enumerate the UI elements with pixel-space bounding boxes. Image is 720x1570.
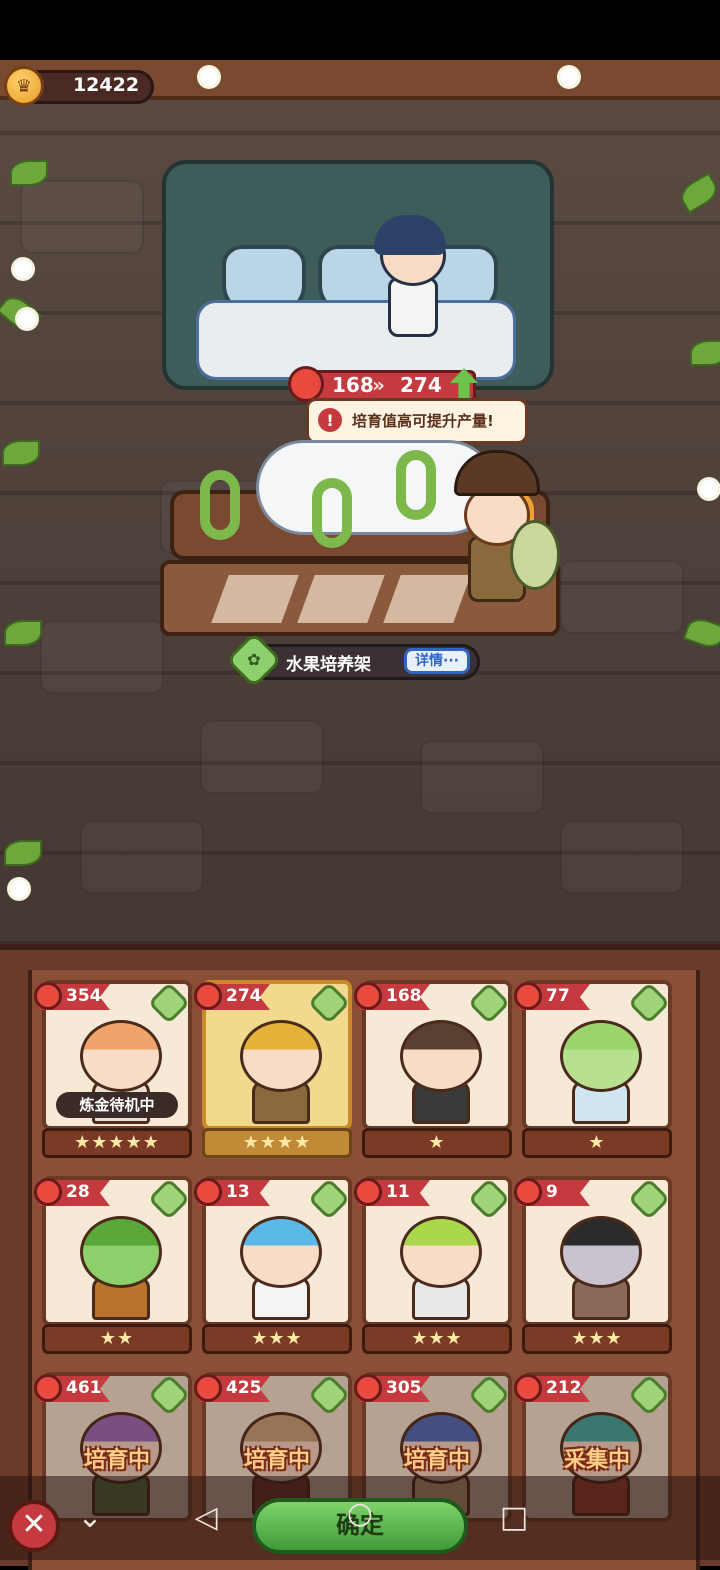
character-card[interactable]: 274 ★★★★ bbox=[194, 980, 352, 1158]
apple-icon bbox=[34, 982, 62, 1010]
star-rating: ★★ bbox=[42, 1324, 192, 1354]
station-name: 水果培养架 bbox=[286, 655, 371, 675]
crown-coin-icon: ♛ bbox=[4, 66, 44, 106]
busy-status-label: 采集中 bbox=[563, 1448, 630, 1473]
farmer-tool bbox=[510, 520, 560, 590]
apple-icon bbox=[514, 982, 542, 1010]
character-card[interactable]: 168 ★ bbox=[354, 980, 512, 1158]
wall-brick bbox=[420, 740, 544, 814]
star-rating: ★★★ bbox=[202, 1324, 352, 1354]
vine-leaf bbox=[10, 160, 48, 186]
star-rating: ★★★ bbox=[522, 1324, 672, 1354]
character-portrait bbox=[560, 1020, 642, 1092]
character-portrait bbox=[400, 1216, 482, 1288]
star-rating: ★★★★ bbox=[202, 1128, 352, 1158]
busy-status-label: 培育中 bbox=[403, 1448, 470, 1473]
sprout-icon: ✿ bbox=[247, 650, 261, 669]
character-value: 13 bbox=[226, 1182, 250, 1202]
vine-flower bbox=[560, 68, 578, 86]
character-card[interactable]: 77 ★ bbox=[514, 980, 672, 1158]
vine-leaf bbox=[4, 620, 42, 646]
apple-icon bbox=[194, 1374, 222, 1402]
character-portrait bbox=[240, 1020, 322, 1092]
star-rating: ★★★★★ bbox=[42, 1128, 192, 1158]
character-value: 11 bbox=[386, 1182, 410, 1202]
table-cloth bbox=[196, 300, 516, 380]
vine-coil bbox=[396, 450, 436, 520]
chef-body bbox=[388, 277, 438, 337]
character-value: 28 bbox=[66, 1182, 90, 1202]
character-value: 305 bbox=[386, 1378, 422, 1398]
wall-brick bbox=[20, 180, 144, 254]
vine-leaf bbox=[690, 340, 720, 366]
home-circle-icon[interactable]: ○ bbox=[340, 1496, 380, 1532]
vine-flower bbox=[10, 880, 28, 898]
character-value: 461 bbox=[66, 1378, 102, 1398]
chef-hair bbox=[374, 215, 446, 255]
vine-coil bbox=[200, 470, 240, 540]
chef-character[interactable] bbox=[370, 215, 450, 337]
character-value: 9 bbox=[546, 1182, 558, 1202]
stat-current: 168 bbox=[332, 373, 374, 397]
character-value: 168 bbox=[386, 986, 422, 1006]
wall-brick bbox=[560, 560, 684, 634]
character-value: 212 bbox=[546, 1378, 582, 1398]
character-value: 354 bbox=[66, 986, 102, 1006]
character-card[interactable]: 9 ★★★ bbox=[514, 1176, 672, 1354]
vine-flower bbox=[14, 260, 32, 278]
recents-square-icon[interactable]: □ bbox=[494, 1500, 534, 1536]
apple-icon bbox=[194, 1178, 222, 1206]
star-rating: ★ bbox=[522, 1128, 672, 1158]
farmer-character[interactable] bbox=[444, 450, 560, 610]
apple-icon bbox=[194, 982, 222, 1010]
character-value: 425 bbox=[226, 1378, 262, 1398]
back-triangle-icon[interactable]: ◁ bbox=[186, 1500, 226, 1536]
vine-coil bbox=[312, 478, 352, 548]
apple-icon bbox=[354, 1178, 382, 1206]
vine-flower bbox=[700, 480, 718, 498]
status-pill: 炼金待机中 bbox=[56, 1092, 178, 1118]
apple-icon bbox=[288, 366, 324, 402]
stat-next: 274 bbox=[400, 373, 442, 397]
apple-icon bbox=[354, 1374, 382, 1402]
wall-brick bbox=[560, 820, 684, 894]
vine-leaf bbox=[2, 440, 40, 466]
star-rating: ★★★ bbox=[362, 1324, 512, 1354]
apple-icon bbox=[34, 1374, 62, 1402]
tip-text: 培育值高可提升产量! bbox=[352, 412, 494, 430]
vine-flower bbox=[200, 68, 218, 86]
apple-icon bbox=[354, 982, 382, 1010]
warning-icon: ! bbox=[318, 408, 342, 432]
character-card[interactable]: 354 炼金待机中 ★★★★★ bbox=[34, 980, 192, 1158]
character-card[interactable]: 13 ★★★ bbox=[194, 1176, 352, 1354]
currency-value: 12422 bbox=[72, 74, 140, 96]
double-chevron-icon: » bbox=[372, 373, 385, 397]
farmer-hat bbox=[454, 450, 540, 496]
vine-leaf bbox=[682, 614, 720, 652]
star-rating: ★ bbox=[362, 1128, 512, 1158]
character-portrait bbox=[240, 1216, 322, 1288]
apple-icon bbox=[514, 1374, 542, 1402]
close-button[interactable]: ✕ bbox=[8, 1500, 60, 1552]
wall-brick bbox=[200, 720, 324, 794]
wall-brick bbox=[80, 820, 204, 894]
character-value: 77 bbox=[546, 986, 570, 1006]
character-portrait bbox=[400, 1020, 482, 1092]
vine-flower bbox=[18, 310, 36, 328]
apple-icon bbox=[34, 1178, 62, 1206]
details-button[interactable]: 详情··· bbox=[404, 648, 470, 674]
character-portrait bbox=[80, 1020, 162, 1092]
vine-leaf bbox=[4, 840, 42, 866]
vine-leaf bbox=[676, 172, 720, 214]
character-portrait bbox=[560, 1216, 642, 1288]
character-card[interactable]: 11 ★★★ bbox=[354, 1176, 512, 1354]
character-value: 274 bbox=[226, 986, 262, 1006]
busy-status-label: 培育中 bbox=[243, 1448, 310, 1473]
character-card[interactable]: 28 ★★ bbox=[34, 1176, 192, 1354]
apple-icon bbox=[514, 1178, 542, 1206]
chevron-down-icon[interactable]: ⌄ bbox=[72, 1500, 108, 1536]
busy-status-label: 培育中 bbox=[83, 1448, 150, 1473]
wall-brick bbox=[40, 620, 164, 694]
character-portrait bbox=[80, 1216, 162, 1288]
